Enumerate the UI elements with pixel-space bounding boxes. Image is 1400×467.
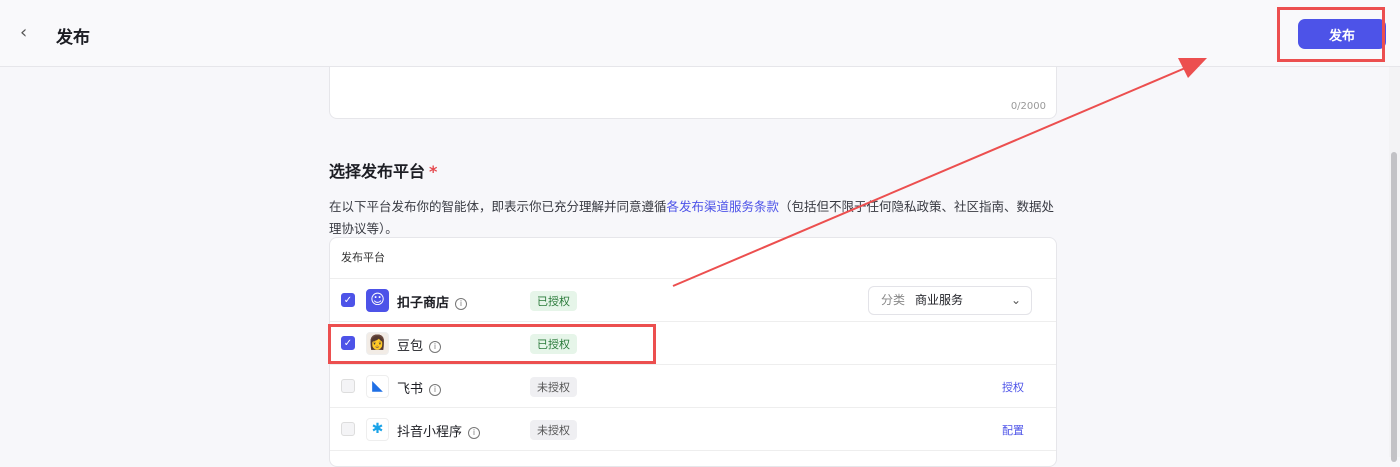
- category-value: 商业服务: [915, 293, 964, 307]
- platform-name-text: 抖音小程序: [397, 425, 463, 440]
- char-counter: 0/2000: [1010, 101, 1046, 112]
- coze-store-logo-icon: ☺: [366, 289, 389, 312]
- section-title: 选择发布平台 *: [329, 158, 437, 182]
- section-title-text: 选择发布平台: [329, 162, 426, 181]
- annotation-box-publish: [1277, 7, 1385, 62]
- chevron-down-icon: ⌄: [1010, 293, 1021, 307]
- info-icon[interactable]: i: [455, 298, 468, 310]
- annotation-box-doubao: [328, 324, 656, 364]
- platform-name-text: 扣子商店: [397, 296, 450, 311]
- status-badge: 已授权: [530, 291, 577, 311]
- status-badge: 未授权: [530, 377, 577, 397]
- platform-row-coze-store: ✓ ☺ 扣子商店 i 已授权 分类 商业服务 ⌄: [330, 279, 1056, 322]
- info-icon[interactable]: i: [429, 384, 442, 396]
- authorize-link[interactable]: 授权: [1002, 379, 1024, 395]
- status-badge: 未授权: [530, 420, 577, 440]
- platform-name: 抖音小程序 i: [397, 421, 481, 440]
- platform-row-douyin-miniapp: ✱ 抖音小程序 i 未授权 配置: [330, 408, 1056, 451]
- scrollbar[interactable]: [1389, 67, 1400, 462]
- description-textarea[interactable]: 0/2000: [329, 67, 1057, 119]
- page-title: 发布: [56, 28, 90, 48]
- scrollbar-thumb[interactable]: [1391, 152, 1397, 462]
- back-chevron-icon[interactable]: ‹: [20, 22, 27, 43]
- required-mark: *: [429, 162, 438, 181]
- table-header: 发布平台: [330, 238, 1056, 279]
- platform-name-text: 飞书: [397, 382, 424, 397]
- feishu-logo-icon: ◣: [366, 375, 389, 398]
- terms-description: 在以下平台发布你的智能体，即表示你已充分理解并同意遵循各发布渠道服务条款（包括但…: [329, 196, 1064, 240]
- douyin-miniapp-logo-icon: ✱: [366, 418, 389, 441]
- info-icon[interactable]: i: [468, 427, 481, 439]
- configure-link[interactable]: 配置: [1002, 422, 1024, 438]
- platform-name: 飞书 i: [397, 378, 442, 397]
- platform-row-feishu: ◣ 飞书 i 未授权 授权: [330, 365, 1056, 408]
- checkbox[interactable]: [341, 379, 355, 393]
- checkbox[interactable]: ✓: [341, 293, 355, 307]
- desc-text: 在以下平台发布你的智能体，即表示你已充分理解并同意遵循: [329, 199, 667, 214]
- checkbox[interactable]: [341, 422, 355, 436]
- category-select[interactable]: 分类 商业服务 ⌄: [868, 286, 1032, 315]
- terms-link[interactable]: 各发布渠道服务条款: [667, 199, 780, 214]
- category-label: 分类: [881, 293, 906, 307]
- top-bar: ‹ 发布 发布: [0, 0, 1400, 67]
- platform-name: 扣子商店 i: [397, 292, 468, 311]
